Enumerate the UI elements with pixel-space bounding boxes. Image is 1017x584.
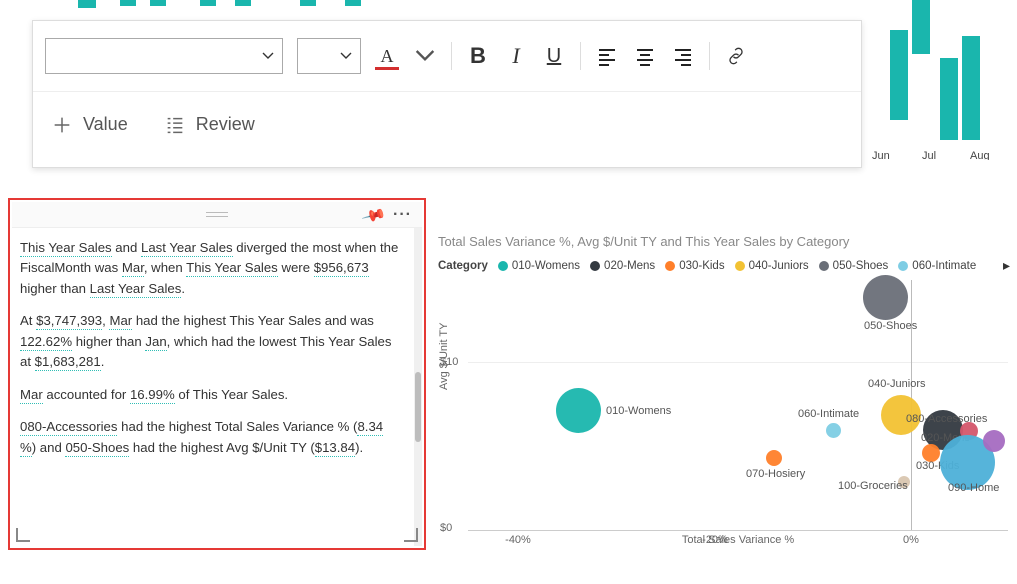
month-label-aug: Aug <box>970 150 990 160</box>
scatter-chart[interactable]: Total Sales Variance %, Avg $/Unit TY an… <box>438 234 1010 574</box>
xtick: 0% <box>903 534 919 546</box>
separator <box>709 42 710 70</box>
resize-handle[interactable] <box>404 528 418 542</box>
legend-item[interactable]: 010-Womens <box>498 260 580 272</box>
bubble-label: 060-Intimate <box>798 408 859 420</box>
xtick: -40% <box>505 534 531 546</box>
align-left-button[interactable] <box>595 44 619 68</box>
legend-item[interactable]: 030-Kids <box>665 260 724 272</box>
bold-button[interactable]: B <box>466 44 490 68</box>
bubble-label: 040-Juniors <box>868 378 925 390</box>
review-button[interactable]: Review <box>164 114 255 136</box>
bubble-label: 070-Hosiery <box>746 468 805 480</box>
resize-handle[interactable] <box>16 528 30 542</box>
plus-icon <box>51 114 73 136</box>
legend-item[interactable]: 050-Shoes <box>819 260 889 272</box>
bubble-label: 080-Accessories <box>906 413 987 425</box>
narrative-visual-highlight: 📌 ··· This Year Sales and Last Year Sale… <box>8 198 426 550</box>
bubble-060-intimate[interactable] <box>826 423 841 438</box>
chevron-down-icon <box>340 50 352 62</box>
value-label: Value <box>83 114 128 135</box>
separator <box>451 42 452 70</box>
underline-button[interactable]: U <box>542 44 566 68</box>
font-size-select[interactable] <box>297 38 361 74</box>
align-center-button[interactable] <box>633 44 657 68</box>
bubble-label: 090-Home <box>948 482 999 494</box>
narrative-visual[interactable]: 📌 ··· This Year Sales and Last Year Sale… <box>12 202 422 546</box>
narrative-text[interactable]: This Year Sales and Last Year Sales dive… <box>12 228 422 546</box>
legend-scroll-right-icon[interactable]: ▸ <box>1003 257 1010 274</box>
review-icon <box>164 114 186 136</box>
month-label-jul: Jul <box>922 150 936 160</box>
bubble-other[interactable] <box>983 430 1005 452</box>
link-button[interactable] <box>724 44 748 68</box>
legend-label: Category <box>438 260 488 272</box>
font-color-button[interactable]: A <box>375 44 399 68</box>
format-toolbar: A B I U Value Review <box>32 20 862 168</box>
bubble-010-womens[interactable] <box>556 388 601 433</box>
legend-item[interactable]: 060-Intimate <box>898 260 976 272</box>
separator <box>580 42 581 70</box>
ytick: $0 <box>440 522 452 534</box>
italic-button[interactable]: I <box>504 44 528 68</box>
bubble-050-shoes[interactable] <box>863 275 908 320</box>
scrollbar-thumb[interactable] <box>415 372 421 442</box>
visual-header[interactable]: 📌 ··· <box>12 202 422 228</box>
chart-legend: Category 010-Womens 020-Mens 030-Kids 04… <box>438 257 1010 274</box>
legend-item[interactable]: 020-Mens <box>590 260 655 272</box>
pin-icon[interactable]: 📌 <box>360 202 387 229</box>
font-color-chevron[interactable] <box>413 44 437 68</box>
align-right-button[interactable] <box>671 44 695 68</box>
legend-item[interactable]: 040-Juniors <box>735 260 809 272</box>
bubble-label: 010-Womens <box>606 405 671 417</box>
xtick: -20% <box>702 534 728 546</box>
font-family-select[interactable] <box>45 38 283 74</box>
review-label: Review <box>196 114 255 135</box>
month-label-jun: Jun <box>872 150 890 160</box>
add-value-button[interactable]: Value <box>51 114 128 136</box>
bubble-label: 100-Groceries <box>838 480 908 492</box>
bubble-label: 050-Shoes <box>864 320 917 332</box>
plot-area[interactable]: $10 $0 -40% -20% 0% Avg $/Unit TY 010-Wo… <box>468 280 1008 530</box>
more-options-icon[interactable]: ··· <box>393 206 412 224</box>
chevron-down-icon <box>262 50 274 62</box>
y-axis-label: Avg $/Unit TY <box>438 323 450 390</box>
drag-handle-icon[interactable] <box>206 212 228 217</box>
bubble-070-hosiery[interactable] <box>766 450 782 466</box>
chart-title: Total Sales Variance %, Avg $/Unit TY an… <box>438 234 1010 249</box>
x-axis-label: Total Sales Variance % <box>468 534 1008 546</box>
